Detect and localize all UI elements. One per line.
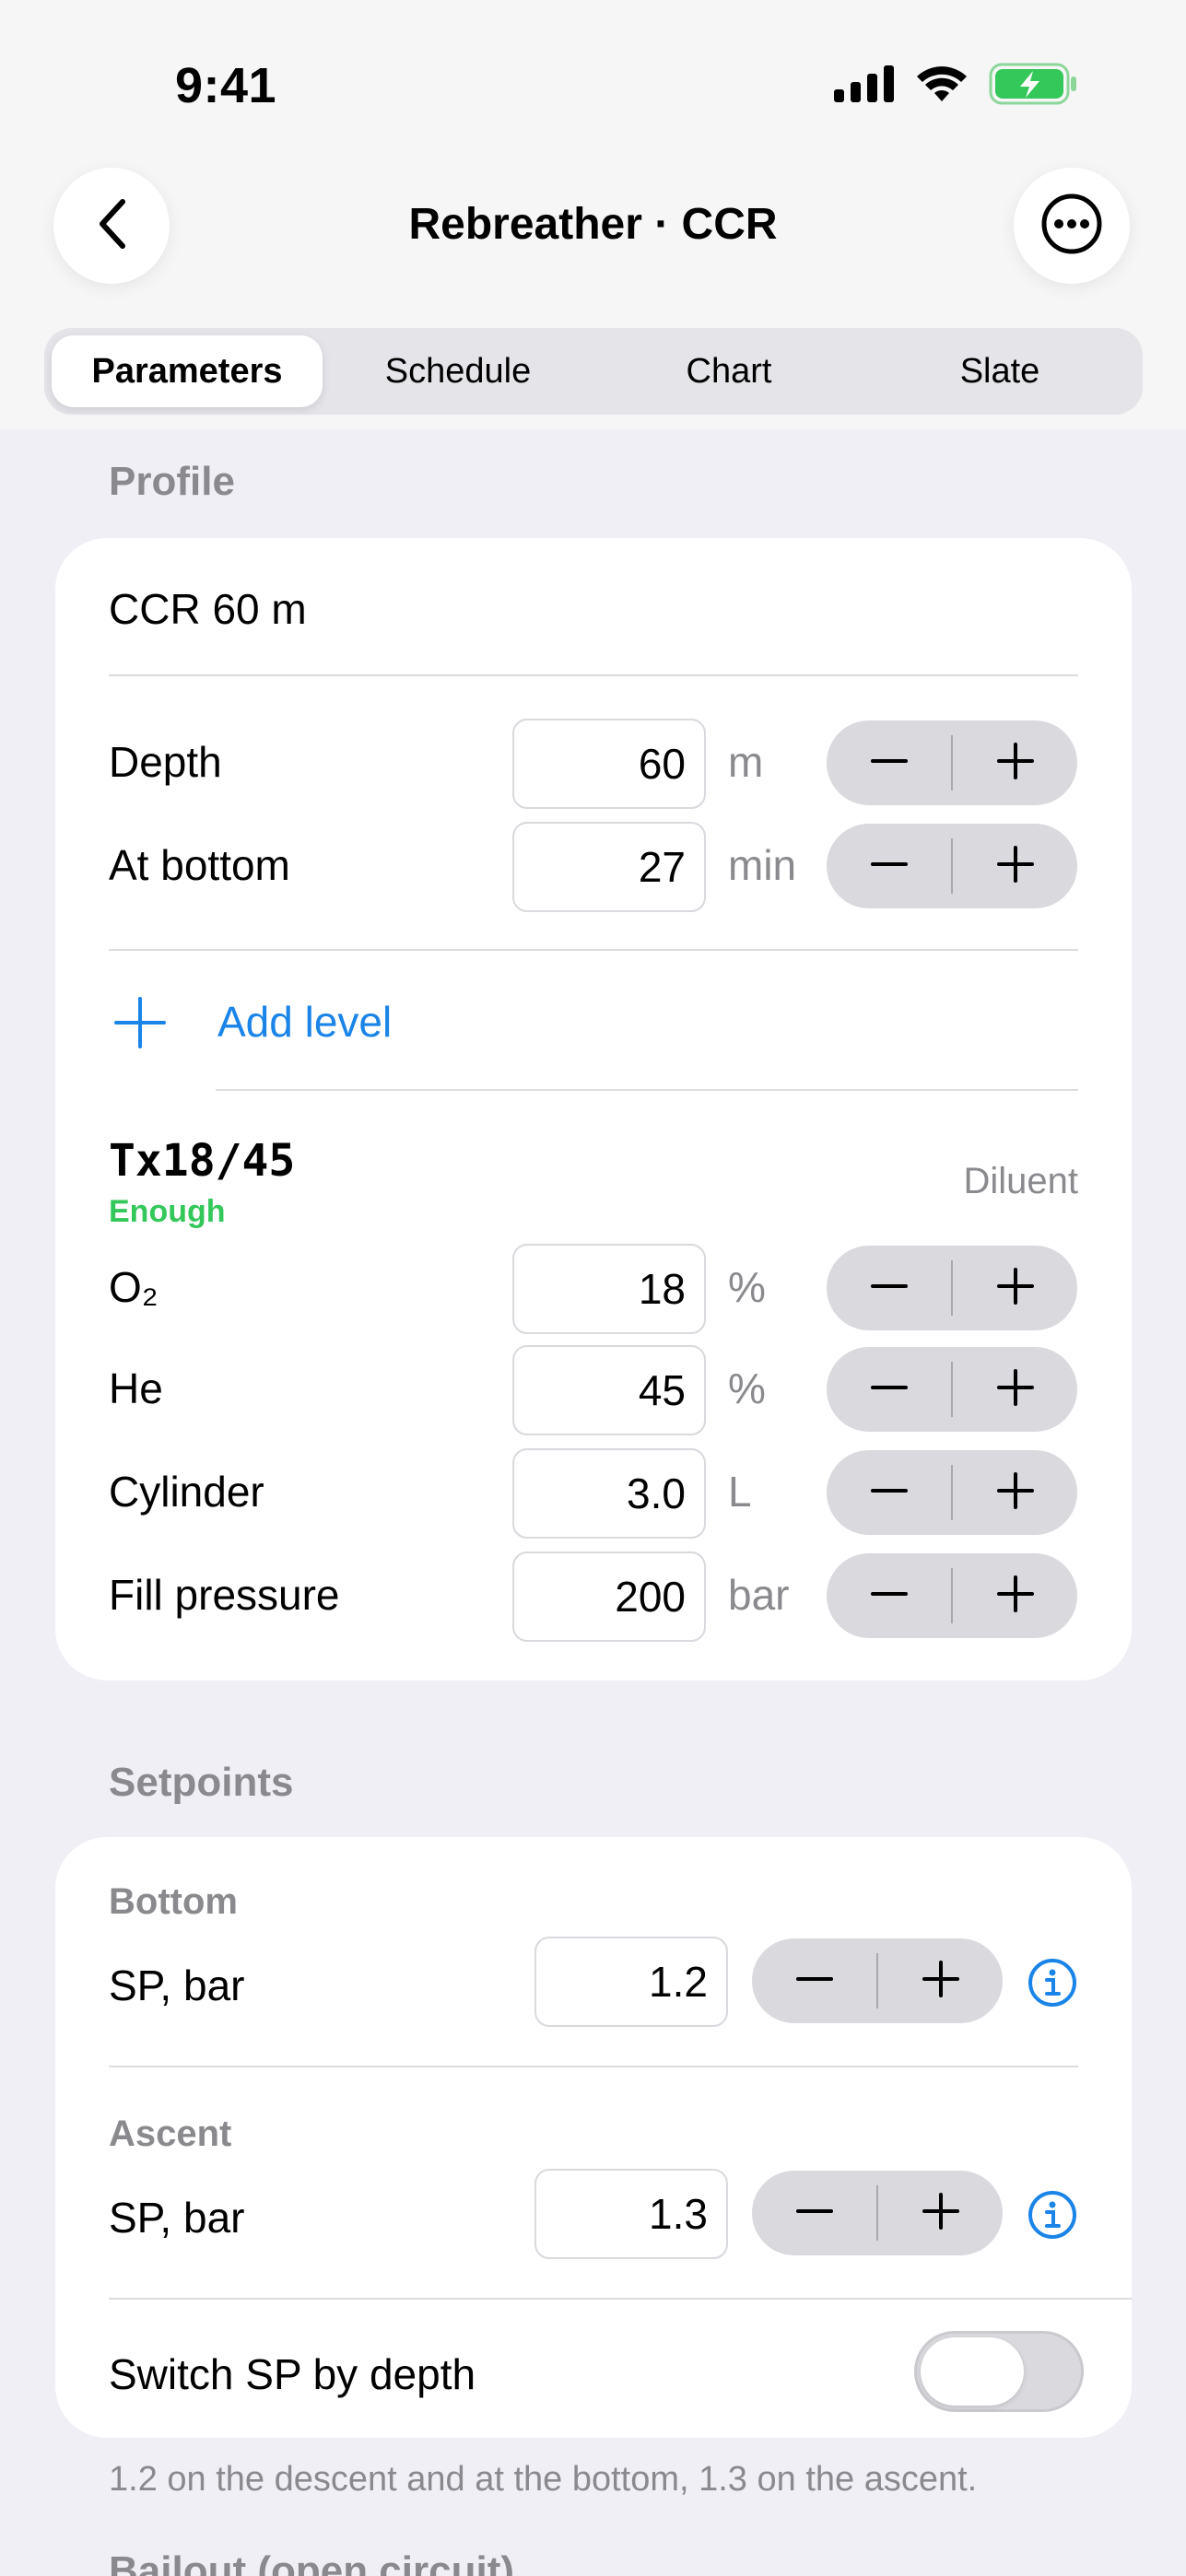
plus-icon [996,1368,1034,1411]
tab-bar: Parameters Schedule Chart Slate [44,328,1143,415]
o2-label: O₂ [109,1263,159,1311]
bottom-setpoint-title: Bottom [109,1881,238,1922]
divider [109,674,1078,676]
gas-name: Tx18/45 [109,1135,296,1187]
bailout-section-title: Bailout (open circuit) [109,2548,514,2576]
plus-icon [114,997,166,1053]
battery-icon [989,63,1077,110]
fill-pressure-unit: bar [728,1571,790,1619]
tab-schedule[interactable]: Schedule [323,335,593,407]
bottom-time-input[interactable]: 27 [512,822,706,912]
divider [109,949,1078,951]
minus-icon [870,846,908,887]
bottom-sp-increment-button[interactable] [878,1938,1003,2023]
gas-status-badge: Enough [109,1194,226,1229]
plus-icon [996,1267,1034,1309]
tab-parameters[interactable]: Parameters [52,335,323,407]
o2-input[interactable]: 18 [512,1244,706,1334]
he-increment-button[interactable] [953,1347,1077,1432]
divider [109,2298,1132,2300]
profile-name[interactable]: CCR 60 m [109,584,307,634]
depth-input[interactable]: 60 [512,719,706,809]
depth-label: Depth [109,738,222,786]
gas-role: Diluent [963,1161,1078,1201]
bottom-sp-stepper [752,1938,1003,2023]
cylinder-input[interactable]: 3.0 [512,1448,706,1539]
minus-icon [870,1575,908,1617]
o2-unit: % [728,1263,766,1311]
cylinder-label: Cylinder [109,1468,264,1516]
bottom-sp-input[interactable]: 1.2 [534,1937,728,2027]
cylinder-unit: L [728,1468,752,1516]
plus-icon [996,1471,1034,1514]
ascent-sp-input[interactable]: 1.3 [534,2169,728,2259]
ellipsis-circle-icon [1039,192,1104,261]
bottom-sp-label: SP, bar [109,1961,245,2009]
fill-pressure-stepper [827,1553,1077,1638]
he-decrement-button[interactable] [827,1347,951,1432]
he-stepper [827,1347,1077,1432]
minus-icon [870,1268,908,1309]
tab-slate[interactable]: Slate [864,335,1135,407]
plus-icon [996,845,1034,887]
setpoints-footnote: 1.2 on the descent and at the bottom, 1.… [109,2460,978,2499]
divider [109,2066,1078,2067]
status-icons [834,63,1077,109]
add-level-label: Add level [217,998,393,1046]
plus-icon [996,742,1034,784]
switch-sp-toggle[interactable] [914,2331,1084,2412]
bottom-sp-info-icon[interactable] [1027,1957,1078,2008]
fill-pressure-label: Fill pressure [109,1571,340,1619]
o2-decrement-button[interactable] [827,1246,951,1330]
fill-pressure-decrement-button[interactable] [827,1553,951,1638]
ascent-sp-increment-button[interactable] [878,2171,1003,2255]
minus-icon [795,1961,833,2002]
page-title: Rebreather · CCR [408,200,778,249]
ascent-setpoint-title: Ascent [109,2113,232,2154]
minus-icon [795,2193,833,2234]
bottom-time-label: At bottom [109,841,290,889]
switch-sp-label: Switch SP by depth [109,2350,476,2398]
divider [216,1089,1078,1091]
minus-icon [870,1472,908,1514]
add-level-button[interactable]: Add level [109,991,1078,1056]
bottom-time-stepper [827,824,1077,908]
bottom-time-unit: min [728,841,797,889]
wifi-icon [915,64,969,108]
plus-icon [922,1960,959,2002]
depth-decrement-button[interactable] [827,720,951,805]
fill-pressure-increment-button[interactable] [953,1553,1077,1638]
status-time: 9:41 [175,58,277,113]
depth-stepper [827,720,1077,805]
minus-icon [870,1369,908,1411]
ascent-sp-info-icon[interactable] [1027,2189,1078,2241]
cylinder-increment-button[interactable] [953,1450,1077,1535]
profile-section-title: Profile [109,459,235,504]
toggle-knob [921,2337,1024,2406]
tab-chart[interactable]: Chart [593,335,864,407]
setpoints-section-title: Setpoints [109,1760,294,1805]
cylinder-decrement-button[interactable] [827,1450,951,1535]
minus-icon [870,743,908,784]
bottom-sp-decrement-button[interactable] [752,1938,876,2023]
ascent-sp-label: SP, bar [109,2194,245,2242]
plus-icon [922,2192,959,2234]
ascent-sp-stepper [752,2171,1003,2255]
he-input[interactable]: 45 [512,1345,706,1435]
depth-unit: m [728,738,764,786]
cylinder-stepper [827,1450,1077,1535]
depth-increment-button[interactable] [953,720,1077,805]
signal-icon [834,64,895,107]
he-unit: % [728,1364,766,1412]
fill-pressure-input[interactable]: 200 [512,1551,706,1642]
o2-stepper [827,1246,1077,1330]
bottom-time-increment-button[interactable] [953,824,1077,908]
more-button[interactable] [1014,168,1130,284]
plus-icon [996,1575,1034,1617]
bottom-time-decrement-button[interactable] [827,824,951,908]
he-label: He [109,1364,163,1412]
ascent-sp-decrement-button[interactable] [752,2171,876,2255]
o2-increment-button[interactable] [953,1246,1077,1330]
